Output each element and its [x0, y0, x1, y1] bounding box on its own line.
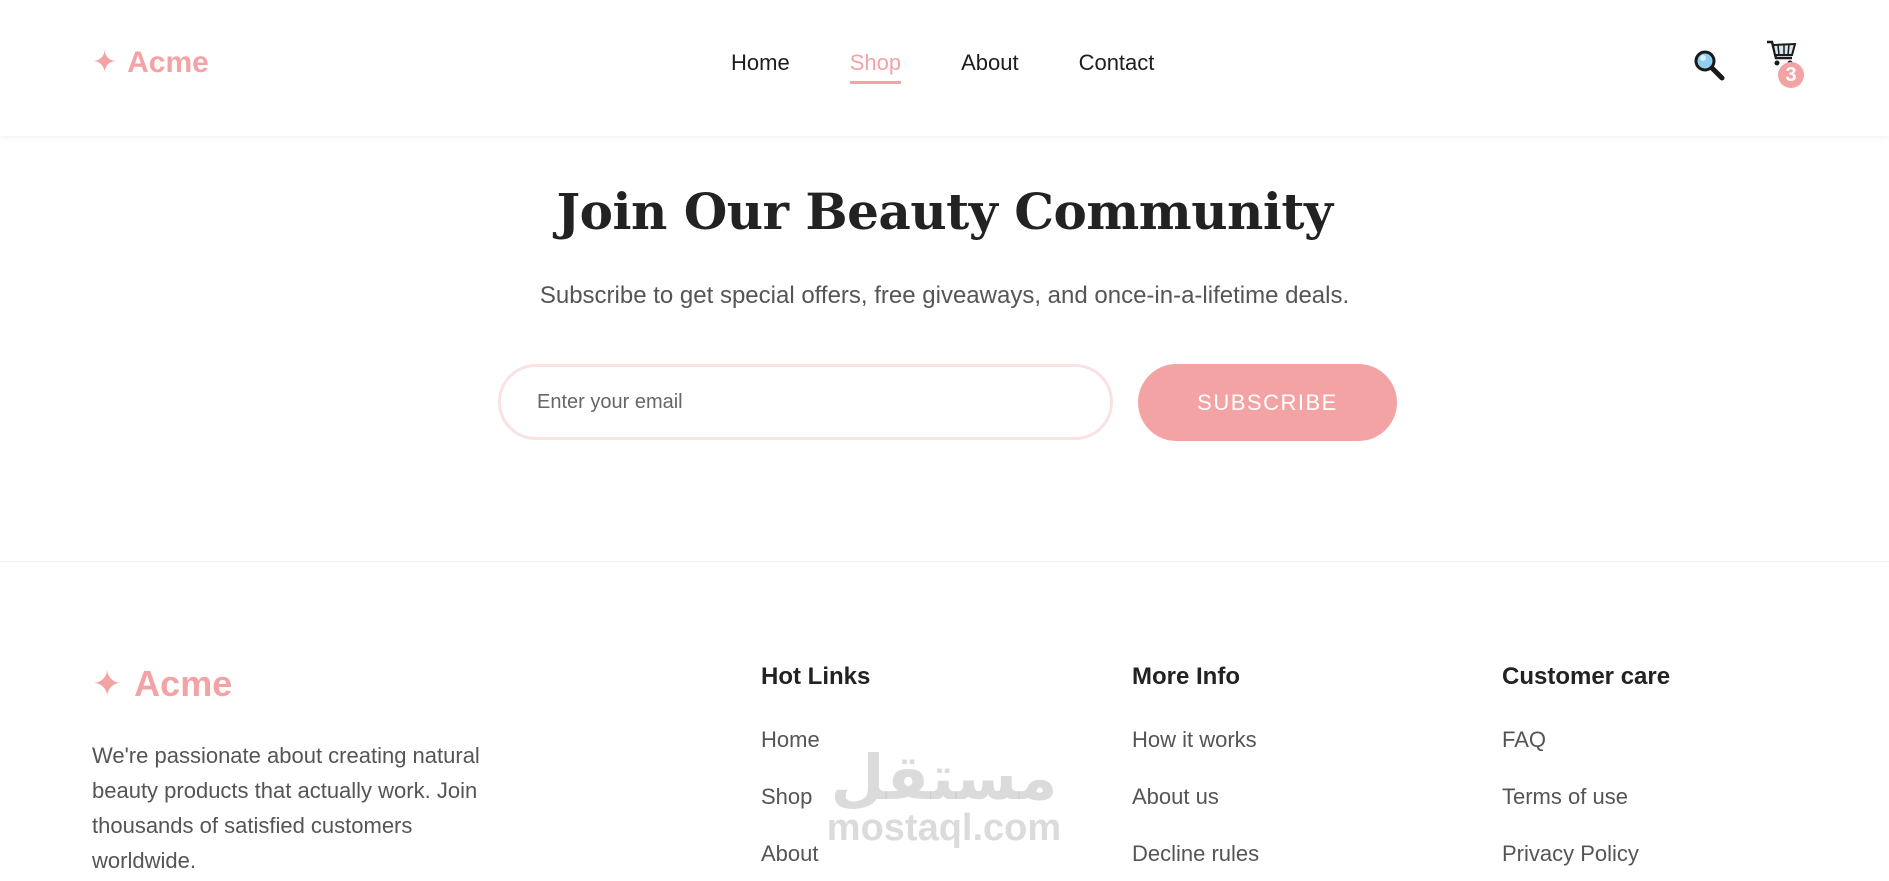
newsletter-subtitle: Subscribe to get special offers, free gi…: [539, 282, 1350, 309]
footer-link-decline-rules[interactable]: Decline rules: [1132, 841, 1259, 867]
footer-col-title: Customer care: [1502, 663, 1671, 690]
sparkle-icon: ✦: [92, 663, 123, 704]
nav-home[interactable]: Home: [731, 50, 790, 76]
footer-link-about[interactable]: About: [761, 841, 870, 867]
footer-about-text: We're passionate about creating natural …: [92, 743, 480, 873]
nav-shop[interactable]: Shop: [849, 50, 902, 84]
email-input[interactable]: [498, 364, 1113, 440]
footer-link-faq[interactable]: FAQ: [1502, 727, 1670, 753]
footer-link-how-it-works[interactable]: How it works: [1132, 727, 1259, 753]
footer-col-title: More Info: [1132, 663, 1240, 690]
cart-count-badge: 3: [1778, 62, 1804, 88]
subscribe-button[interactable]: SUBSCRIBE: [1138, 364, 1397, 441]
section-divider: [0, 561, 1889, 562]
footer-link-shop[interactable]: Shop: [761, 784, 870, 810]
sparkle-icon: ✦: [92, 46, 118, 79]
main-nav: Home Shop About Contact: [731, 50, 1155, 84]
footer-link-privacy[interactable]: Privacy Policy: [1502, 841, 1670, 867]
footer-link-home[interactable]: Home: [761, 727, 870, 753]
newsletter-title: Join Our Beauty Community: [556, 182, 1333, 241]
site-header: ✦ Acme Home Shop About Contact 3: [0, 0, 1889, 136]
footer-col-title: Hot Links: [761, 663, 871, 690]
search-icon: [1694, 50, 1725, 81]
cart-button[interactable]: 3: [1764, 38, 1804, 88]
footer-brand-name: Acme: [134, 663, 233, 704]
footer-col-hot-links: Hot Links Home Shop About: [761, 663, 870, 881]
brand-logo[interactable]: ✦ Acme: [92, 46, 209, 80]
footer-link-about-us[interactable]: About us: [1132, 784, 1259, 810]
nav-contact[interactable]: Contact: [1079, 50, 1155, 76]
brand-name: Acme: [127, 46, 209, 79]
nav-about[interactable]: About: [961, 50, 1019, 76]
footer-brand-logo[interactable]: ✦ Acme: [92, 663, 232, 705]
footer-link-terms[interactable]: Terms of use: [1502, 784, 1670, 810]
footer-col-more-info: More Info How it works About us Decline …: [1132, 663, 1259, 881]
search-button[interactable]: [1692, 48, 1726, 82]
footer-col-customer-care: Customer care FAQ Terms of use Privacy P…: [1502, 663, 1670, 881]
